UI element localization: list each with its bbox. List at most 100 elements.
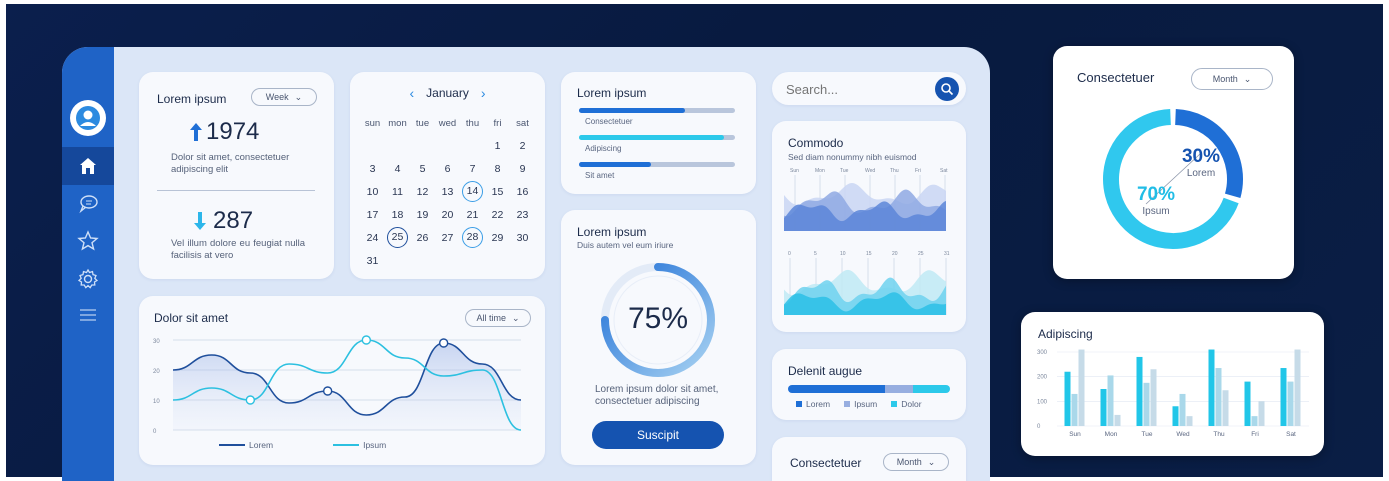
progress-fill (579, 108, 686, 113)
calendar-day[interactable]: 2 (510, 134, 535, 157)
number-tick-label: 10 (840, 251, 846, 257)
home-icon[interactable] (74, 152, 102, 180)
calendar-day[interactable]: 3 (360, 157, 385, 180)
calendar-day (410, 134, 435, 157)
calendar-day[interactable]: 16 (510, 180, 535, 203)
calendar-day[interactable]: 20 (435, 203, 460, 226)
calendar-day[interactable]: 7 (460, 157, 485, 180)
day-tick-label: Sun (790, 168, 799, 174)
segment-lorem (788, 385, 886, 393)
chat-icon[interactable] (74, 190, 102, 218)
calendar-header: ‹ January › (350, 85, 545, 101)
calendar-day[interactable]: 26 (410, 226, 435, 249)
line-chart-period-dropdown[interactable]: All time ⌄ (465, 309, 531, 327)
bar (1143, 382, 1150, 426)
line-chart: 0 10 20 30 (153, 335, 522, 435)
day-number: 31 (366, 254, 379, 267)
calendar-day[interactable]: 27 (435, 226, 460, 249)
stat-down-value: 287 (213, 207, 254, 234)
stat-down: 287 (193, 207, 253, 235)
progress-track (579, 162, 735, 167)
calendar-day[interactable]: 28 (460, 226, 485, 249)
y-tick-label: 0 (153, 429, 157, 435)
stat-up: 1974 (189, 118, 259, 146)
y-tick-label: 20 (153, 369, 160, 375)
progress-track (579, 108, 735, 113)
calendar-day (460, 249, 485, 272)
calendar-day[interactable]: 31 (360, 249, 385, 272)
line-chart-title: Dolor sit amet (154, 311, 229, 325)
chevron-right-icon[interactable]: › (481, 85, 486, 101)
x-tick-label: Thu (1213, 431, 1225, 438)
week-row: 17 18 19 20 21 22 23 (360, 203, 535, 226)
segment-dolor (912, 385, 950, 393)
day-number: 25 (387, 227, 408, 248)
calendar-day[interactable]: 9 (510, 157, 535, 180)
calendar-day[interactable]: 10 (360, 180, 385, 203)
calendar-day[interactable]: 4 (385, 157, 410, 180)
search-button[interactable] (935, 77, 959, 101)
y-tick-label: 100 (1037, 399, 1048, 405)
star-icon[interactable] (74, 227, 102, 255)
calendar-day[interactable]: 15 (485, 180, 510, 203)
day-number: 10 (366, 185, 379, 198)
donut-pct-lorem: 30% (1181, 146, 1221, 167)
calendar-day[interactable]: 24 (360, 226, 385, 249)
donut-period-dropdown[interactable]: Month ⌄ (1191, 68, 1273, 90)
commodo-card: Commodo Sed diam nonummy nibh euismod Su… (772, 121, 966, 332)
day-number: 18 (391, 208, 404, 221)
calendar-day[interactable]: 19 (410, 203, 435, 226)
calendar-day[interactable]: 5 (410, 157, 435, 180)
calendar-day[interactable]: 8 (485, 157, 510, 180)
calendar-day[interactable]: 23 (510, 203, 535, 226)
bar (1186, 416, 1193, 426)
bar (1107, 375, 1114, 426)
search-input[interactable] (786, 79, 926, 99)
progress-label: Adipiscing (585, 144, 622, 153)
day-number: 13 (441, 185, 454, 198)
calendar-day[interactable]: 11 (385, 180, 410, 203)
suscipit-button[interactable]: Suscipit (592, 421, 724, 449)
calendar-day[interactable]: 13 (435, 180, 460, 203)
day-number: 21 (466, 208, 479, 221)
legend-label: Dolor (901, 399, 922, 409)
day-tick-label: Fri (915, 168, 921, 174)
calendar-day[interactable]: 14 (460, 180, 485, 203)
calendar-day[interactable]: 17 (360, 203, 385, 226)
calendar-day[interactable]: 22 (485, 203, 510, 226)
calendar-day (435, 249, 460, 272)
gear-icon[interactable] (74, 265, 102, 293)
calendar-day[interactable]: 18 (385, 203, 410, 226)
gauge-card-subtitle: Duis autem vel eum iriure (577, 240, 674, 250)
calendar-day[interactable]: 1 (485, 134, 510, 157)
day-number: 4 (394, 162, 401, 175)
wave-charts: Sun Mon Tue Wed Thu Fri Sat 0 5 10 15 20 25 31 (784, 168, 950, 315)
day-number: 12 (416, 185, 429, 198)
calendar-day[interactable]: 29 (485, 226, 510, 249)
consectetuer-small-dropdown[interactable]: Month ⌄ (883, 453, 949, 471)
week-row: 31 (360, 249, 535, 272)
period-dropdown[interactable]: Week ⌄ (251, 88, 317, 106)
calendar-day[interactable]: 21 (460, 203, 485, 226)
user-icon (76, 106, 100, 130)
day-number: 7 (469, 162, 476, 175)
chevron-left-icon[interactable]: ‹ (409, 85, 414, 101)
gauge-value: 75% (627, 302, 689, 335)
bar (1136, 356, 1143, 426)
legend-item-ipsum: Ipsum (333, 440, 386, 450)
calendar-day[interactable]: 25 (385, 226, 410, 249)
stat-up-description: Dolor sit amet, consectetuer adipiscing … (171, 152, 290, 175)
week-row: 10 11 12 13 14 15 16 (360, 180, 535, 203)
day-number: 22 (491, 208, 504, 221)
calendar-day[interactable]: 12 (410, 180, 435, 203)
avatar[interactable] (70, 100, 106, 136)
day-number: 3 (369, 162, 376, 175)
menu-icon[interactable] (74, 301, 102, 329)
day-number: 16 (516, 185, 529, 198)
calendar-day[interactable]: 30 (510, 226, 535, 249)
progress-card-title: Lorem ipsum (577, 86, 647, 100)
legend-item: Lorem (796, 399, 830, 409)
calendar-day[interactable]: 6 (435, 157, 460, 180)
progress-label: Consectetuer (585, 117, 633, 126)
day-tick-label: Tue (840, 168, 849, 174)
